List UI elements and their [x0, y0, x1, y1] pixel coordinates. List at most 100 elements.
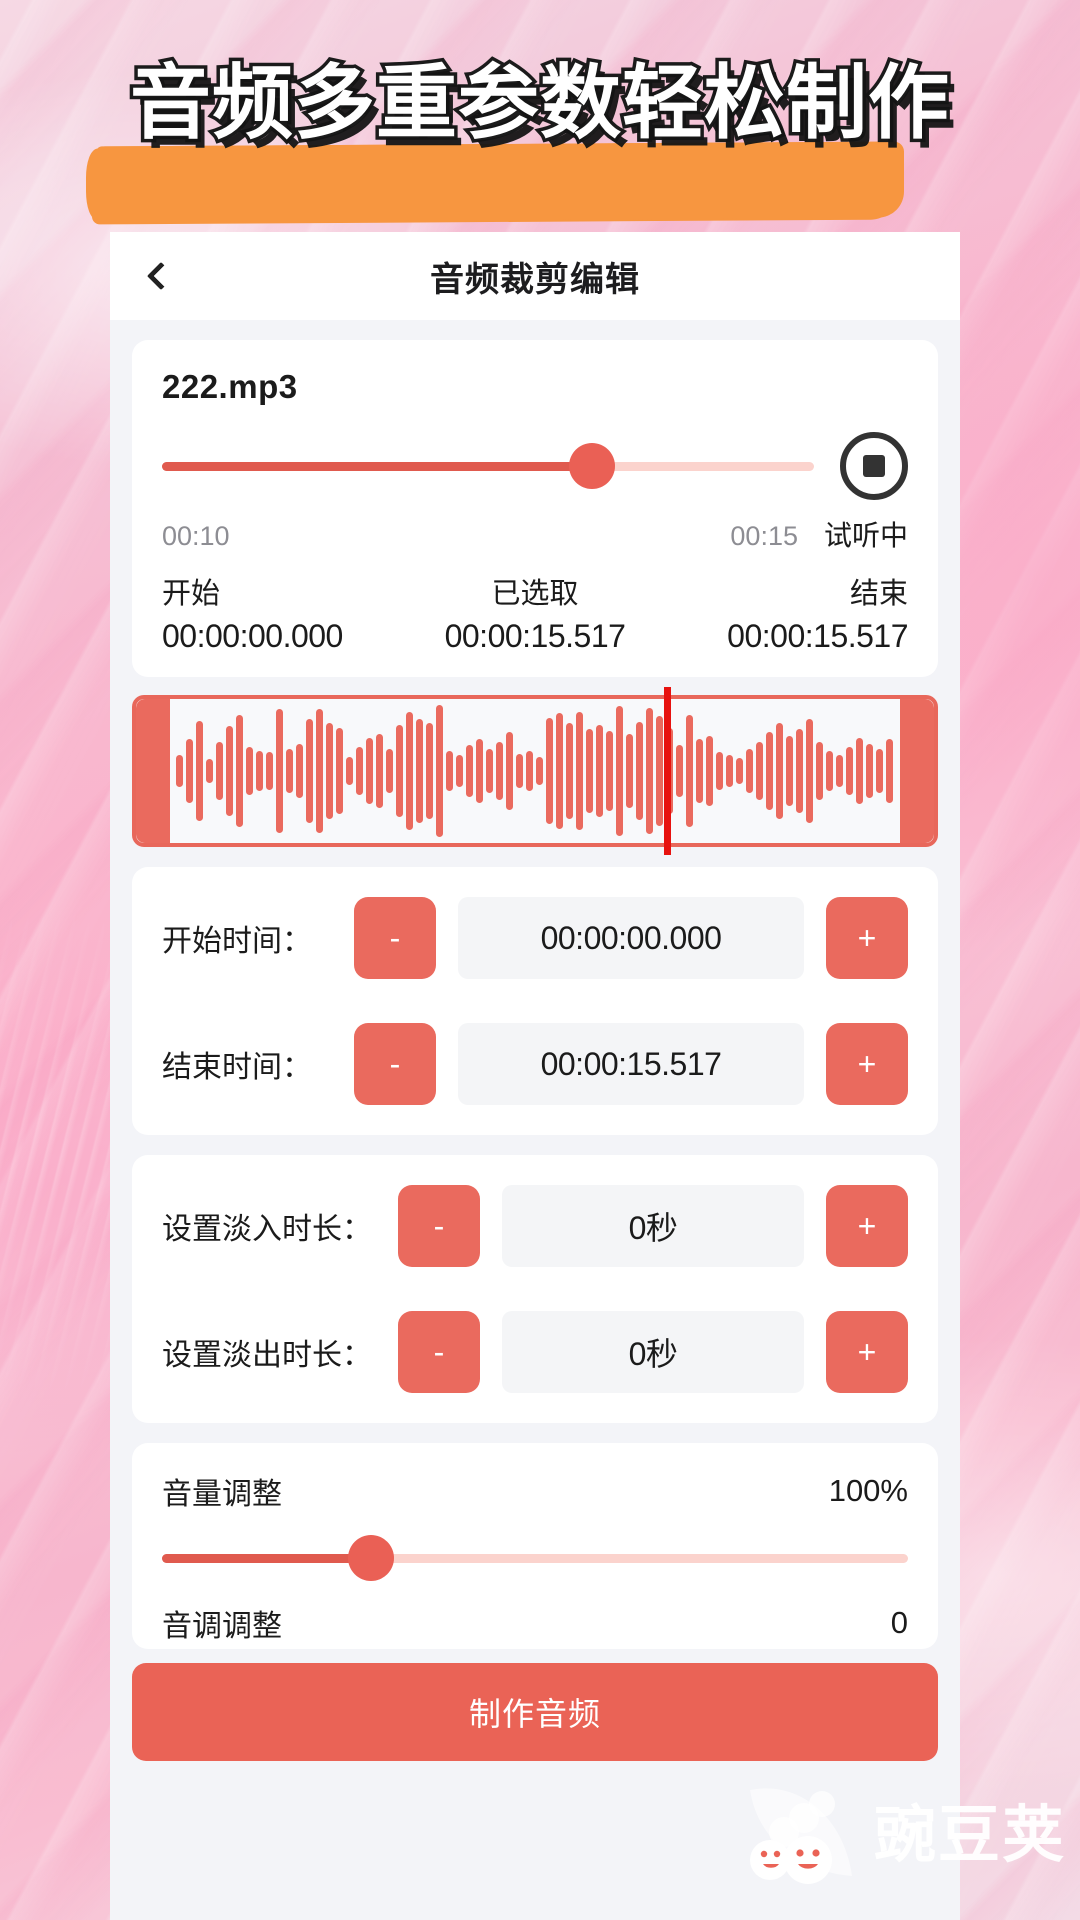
- waveform-bar: [696, 739, 703, 803]
- waveform-bar: [796, 729, 803, 813]
- waveform-editor[interactable]: [132, 687, 938, 855]
- waveform-bar: [176, 755, 183, 787]
- waveform-bar: [416, 719, 423, 823]
- playback-status: 试听中: [823, 520, 908, 551]
- start-time-increment-button[interactable]: +: [826, 897, 908, 979]
- end-time-decrement-button[interactable]: -: [354, 1023, 436, 1105]
- waveform-bar: [806, 719, 813, 823]
- waveform-bar: [186, 739, 193, 803]
- promo-headline: 音频多重参数轻松制作: [126, 54, 952, 155]
- summary-label: 结束: [850, 578, 909, 610]
- selection-handle-left[interactable]: [136, 699, 170, 843]
- waveform-bar: [646, 707, 653, 835]
- seek-thumb[interactable]: [569, 443, 616, 489]
- end-time-increment-button[interactable]: +: [826, 1023, 908, 1105]
- summary-start: 开始 00:00:00.000: [162, 570, 411, 655]
- back-button[interactable]: [130, 245, 192, 307]
- waveform-bar: [656, 716, 663, 826]
- fade-out-value[interactable]: 0秒: [502, 1311, 804, 1393]
- playback-row: [162, 432, 908, 500]
- fade-in-row: 设置淡入时长： - 0秒 +: [132, 1163, 938, 1289]
- waveform-bar: [866, 743, 873, 799]
- start-time-decrement-button[interactable]: -: [354, 897, 436, 979]
- watermark: 豌豆荚: [740, 1774, 1066, 1884]
- waveform-bar: [736, 758, 743, 784]
- fade-in-increment-button[interactable]: +: [826, 1185, 908, 1267]
- waveform-bar: [886, 739, 893, 803]
- waveform-bar: [826, 750, 833, 792]
- waveform-bar: [366, 737, 373, 805]
- start-time-value[interactable]: 00:00:00.000: [458, 897, 804, 979]
- watermark-text: 豌豆荚: [873, 1798, 1066, 1871]
- waveform-bar: [496, 742, 503, 800]
- seek-slider[interactable]: [162, 443, 814, 489]
- volume-fill: [162, 1553, 371, 1563]
- waveform-bar: [436, 704, 443, 838]
- pitch-header: 音调调整 0: [162, 1601, 908, 1645]
- promo-header: 音频多重参数轻松制作: [0, 0, 1080, 240]
- selection-handle-right[interactable]: [900, 699, 934, 843]
- summary-selected: 已选取 00:00:15.517: [411, 570, 660, 655]
- end-time-label: 结束时间：: [162, 1051, 312, 1084]
- waveform-bar: [346, 756, 353, 786]
- waveform-playhead[interactable]: [663, 687, 671, 855]
- waveform-bar: [766, 732, 773, 810]
- make-audio-button[interactable]: 制作音频: [132, 1663, 938, 1761]
- phone-screen: 音频裁剪编辑 222.mp3 00:10 00:15 试听中 开始 00:00:…: [110, 232, 960, 1920]
- start-time-row: 开始时间： - 00:00:00.000 +: [132, 875, 938, 1001]
- fade-in-decrement-button[interactable]: -: [398, 1185, 480, 1267]
- player-card: 222.mp3 00:10 00:15 试听中 开始 00:00:00.000: [132, 340, 938, 677]
- volume-value: 100%: [828, 1473, 908, 1508]
- waveform-bar: [566, 723, 573, 819]
- start-time-label: 开始时间：: [162, 925, 312, 958]
- waveform-bar: [246, 746, 253, 796]
- waveform-bar: [356, 746, 363, 796]
- volume-thumb[interactable]: [347, 1535, 394, 1581]
- selection-summary: 开始 00:00:00.000 已选取 00:00:15.517 结束 00:0…: [162, 570, 909, 655]
- waveform-bar: [536, 756, 543, 786]
- time-fields-card: 开始时间： - 00:00:00.000 + 结束时间： - 00:00:15.…: [132, 867, 938, 1135]
- fade-in-value[interactable]: 0秒: [502, 1185, 804, 1267]
- summary-label: 已选取: [491, 578, 579, 610]
- waveform-bar: [846, 746, 853, 796]
- volume-slider[interactable]: [162, 1535, 908, 1581]
- waveform-bar: [316, 709, 323, 833]
- waveform-bar: [556, 713, 563, 829]
- waveform-bar: [676, 745, 683, 797]
- app-bar: 音频裁剪编辑: [110, 232, 960, 320]
- waveform-bar: [816, 742, 823, 800]
- waveform-bar: [706, 736, 713, 806]
- fade-out-increment-button[interactable]: +: [826, 1311, 908, 1393]
- waveform-bar: [276, 709, 283, 833]
- waveform-bar: [326, 723, 333, 819]
- waveform-bar: [726, 755, 733, 787]
- waveform-bar: [746, 749, 753, 793]
- waveform-bar: [336, 727, 343, 815]
- fade-out-label: 设置淡出时长：: [162, 1339, 372, 1372]
- stop-icon: [863, 455, 885, 477]
- waveform-bar: [786, 736, 793, 806]
- stop-button[interactable]: [840, 432, 908, 500]
- pitch-value: 0: [890, 1605, 908, 1640]
- waveform-bar: [586, 729, 593, 813]
- waveform-bar: [606, 730, 613, 812]
- fade-fields-card: 设置淡入时长： - 0秒 + 设置淡出时长： - 0秒 +: [132, 1155, 938, 1423]
- volume-header: 音量调整 100%: [162, 1469, 908, 1513]
- waveform-bar: [456, 755, 463, 787]
- waveform-bar: [446, 750, 453, 792]
- file-name: 222.mp3: [162, 368, 298, 405]
- waveform-bar: [236, 714, 243, 828]
- waveform-bar: [386, 749, 393, 793]
- fade-out-decrement-button[interactable]: -: [398, 1311, 480, 1393]
- waveform-bar: [476, 739, 483, 803]
- waveform-box: [132, 695, 938, 847]
- summary-value: 00:00:15.517: [727, 618, 909, 654]
- peapod-logo-icon: [749, 1788, 852, 1884]
- end-time-value[interactable]: 00:00:15.517: [458, 1023, 804, 1105]
- waveform-bar: [406, 711, 413, 831]
- end-time-row: 结束时间： - 00:00:15.517 +: [132, 1001, 938, 1127]
